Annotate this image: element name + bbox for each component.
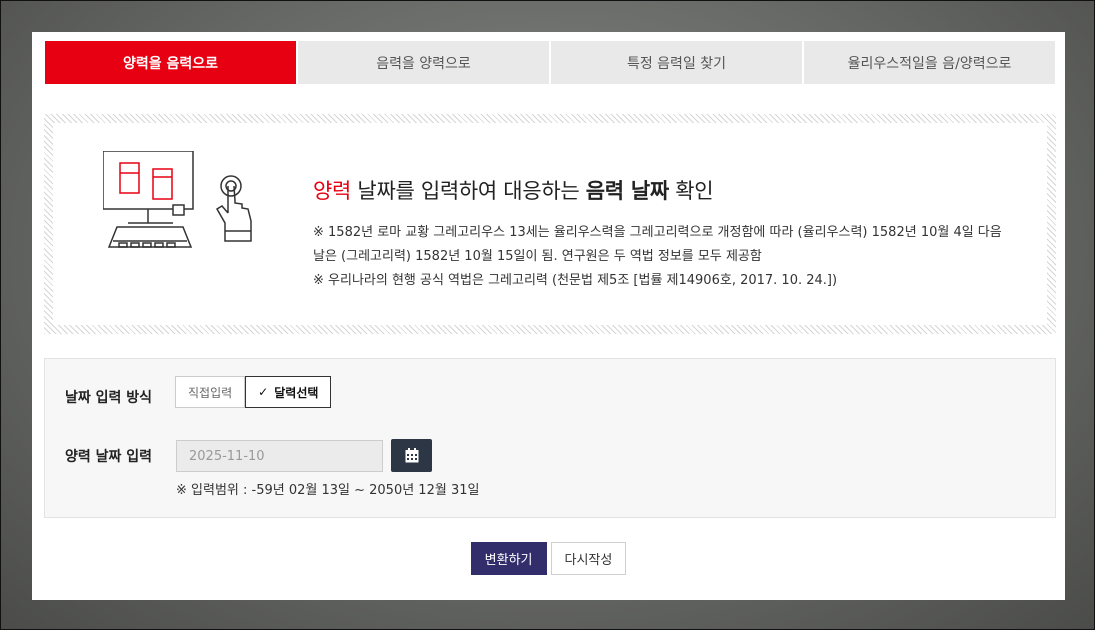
info-title-end: 확인	[668, 179, 714, 203]
direct-input-button[interactable]: 직접입력	[175, 376, 246, 408]
input-method-toggle: 직접입력 ✓ 달력선택	[175, 376, 332, 408]
info-box: 양력 날짜를 입력하여 대응하는 음력 날짜 확인 ※ 1582년 로마 교황 …	[44, 114, 1056, 334]
calendar-select-label: 달력선택	[274, 385, 319, 400]
info-box-inner: 양력 날짜를 입력하여 대응하는 음력 날짜 확인 ※ 1582년 로마 교황 …	[53, 123, 1047, 325]
calendar-select-button[interactable]: ✓ 달력선택	[245, 376, 332, 408]
direct-input-label: 직접입력	[188, 385, 233, 400]
method-label: 날짜 입력 방식	[65, 390, 153, 406]
tab-bar: 양력을 음력으로 음력을 양력으로 특정 음력일 찾기 율리우스적일을 음/양력…	[45, 41, 1055, 84]
date-form: 날짜 입력 방식 직접입력 ✓ 달력선택 양력 날짜 입력 ※ 입력범위 : -5…	[44, 358, 1056, 518]
convert-button[interactable]: 변환하기	[470, 542, 547, 575]
info-title-bold: 음력 날짜	[585, 179, 669, 203]
check-icon: ✓	[258, 385, 269, 399]
tab-julian-day[interactable]: 율리우스적일을 음/양력으로	[802, 41, 1055, 84]
tab-find-lunar-date[interactable]: 특정 음력일 찾기	[549, 41, 802, 84]
info-title-text: 날짜를 입력하여 대응하는	[351, 179, 586, 203]
info-title-highlight: 양력	[313, 179, 352, 203]
input-range-note: ※ 입력범위 : -59년 02월 13일 ~ 2050년 12월 31일	[176, 483, 480, 498]
info-notes: ※ 1582년 로마 교황 그레고리우스 13세는 율리우스력을 그레고리력으로…	[313, 221, 1013, 293]
reset-button[interactable]: 다시작성	[550, 542, 627, 575]
solar-date-input[interactable]	[176, 440, 383, 472]
tab-lunar-to-solar[interactable]: 음력을 양력으로	[296, 41, 549, 84]
tab-solar-to-lunar[interactable]: 양력을 음력으로	[45, 41, 296, 84]
date-label: 양력 날짜 입력	[65, 449, 153, 465]
note-official-calendar: ※ 우리나라의 현행 공식 역법은 그레고리력 (천문법 제5조 [법률 제14…	[313, 273, 838, 288]
calendar-icon	[405, 448, 418, 463]
computer-touch-icon	[103, 151, 252, 248]
calendar-button[interactable]	[391, 439, 432, 472]
info-title: 양력 날짜를 입력하여 대응하는 음력 날짜 확인	[313, 175, 714, 205]
note-gregorian: ※ 1582년 로마 교황 그레고리우스 13세는 율리우스력을 그레고리력으로…	[313, 225, 1002, 264]
converter-panel: 양력을 음력으로 음력을 양력으로 특정 음력일 찾기 율리우스적일을 음/양력…	[32, 32, 1065, 600]
action-buttons: 변환하기 다시작성	[32, 542, 1065, 575]
